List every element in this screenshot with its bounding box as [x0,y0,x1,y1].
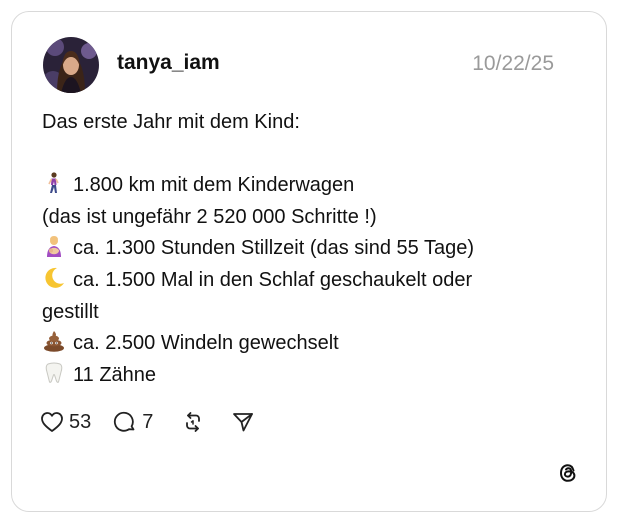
comment-icon [113,410,137,434]
repost-button[interactable] [181,410,205,434]
post-line: ca. 2.500 Windeln gewechselt [42,328,582,360]
post-text: Das erste Jahr mit dem Kind: 1.800 km mi… [42,107,582,391]
share-button[interactable] [231,410,255,434]
post-line-text: 11 Zähne [73,363,157,386]
reply-count: 7 [142,410,154,433]
post-line: ca. 1.500 Mal in den Schlaf geschaukelt … [42,265,582,297]
threads-logo-icon [556,461,580,485]
tooth-icon [42,362,66,384]
post-line: gestillt [42,300,99,323]
post-line-text: ca. 1.500 Mal in den Schlaf geschaukelt … [73,268,473,291]
reply-button[interactable]: 7 [113,410,153,434]
post-line: ca. 1.300 Stunden Stillzeit (das sind 55… [42,233,582,265]
post-line-text: ca. 2.500 Windeln gewechselt [73,332,339,355]
post-line: Das erste Jahr mit dem Kind: [42,111,300,133]
crescent-moon-icon [42,267,66,289]
send-icon [231,410,255,434]
like-button[interactable]: 53 [40,411,91,434]
post-line: 1.800 km mit dem Kinderwagen [42,170,582,202]
post-line: (das ist ungefähr 2 520 000 Schritte !) [42,205,377,228]
like-count: 53 [69,410,92,433]
breastfeeding-icon [42,235,66,258]
username[interactable]: tanya_iam [117,51,220,75]
repost-icon [181,410,205,434]
heart-icon [40,411,64,433]
post-date: 10/22/25 [472,52,554,75]
avatar[interactable] [43,37,99,93]
post-line: 11 Zähne [42,360,582,392]
post-line-text: ca. 1.300 Stunden Stillzeit (das sind 55… [73,237,474,260]
post-card: tanya_iam 10/22/25 Das erste Jahr mit de… [11,11,607,512]
post-line-text: 1.800 km mit dem Kinderwagen [73,174,355,197]
post-actions: 53 7 [40,408,277,436]
person-walking-icon [42,172,66,194]
poop-icon [42,330,66,352]
